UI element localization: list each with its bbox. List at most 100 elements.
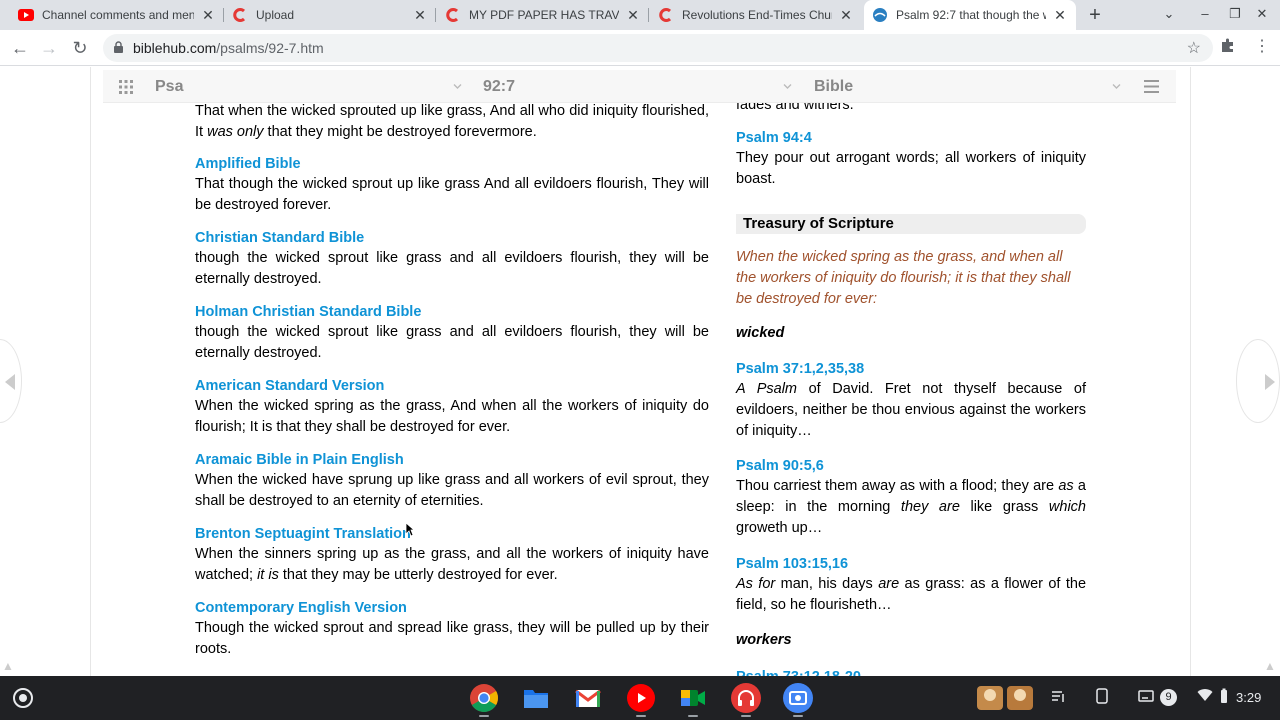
holding-space-thumbnails[interactable]	[975, 683, 1035, 713]
reference-link[interactable]: Psalm 90:5,6	[736, 456, 1086, 476]
translation-entry: That when the wicked sprouted up like gr…	[195, 101, 709, 143]
forward-icon[interactable]: →	[38, 37, 60, 59]
translation-entry: Contemporary English Version Though the …	[195, 598, 709, 660]
phone-hub-icon[interactable]	[1096, 688, 1108, 709]
tab-upload[interactable]: Upload ✕	[224, 0, 436, 30]
youtube-icon[interactable]	[626, 683, 656, 713]
cross-reference: Psalm 90:5,6 Thou carriest them away as …	[736, 456, 1086, 539]
reference-text: As for man, his days are as grass: as a …	[736, 574, 1086, 616]
translation-entry: American Standard Version When the wicke…	[195, 376, 709, 438]
translation-entry: Brenton Septuagint Translation When the …	[195, 524, 709, 586]
biblehub-icon	[872, 7, 888, 23]
keyword-heading: workers	[736, 632, 792, 648]
reference-link[interactable]: Psalm 94:4	[736, 128, 1086, 148]
version-select[interactable]: Bible	[814, 70, 853, 103]
gmail-icon[interactable]	[573, 683, 603, 713]
lock-icon	[113, 41, 124, 59]
tote-icon[interactable]	[1050, 688, 1066, 709]
reference-text: They pour out arrogant words; all worker…	[736, 150, 1086, 187]
cross-reference: Psalm 103:15,16 As for man, his days are…	[736, 554, 1086, 616]
italic-word: they are	[900, 499, 960, 515]
tab-pdf-paper[interactable]: MY PDF PAPER HAS TRAVELE ✕	[437, 0, 649, 30]
text-run: man, his days	[775, 576, 879, 592]
battery-icon[interactable]	[1220, 688, 1228, 709]
scroll-top-icon[interactable]: ▲	[2, 659, 14, 673]
verse-text: though the wicked sprout like grass and …	[195, 248, 709, 290]
reference-text: Thou carriest them away as with a flood;…	[736, 476, 1086, 539]
previous-verse-button[interactable]	[0, 339, 22, 423]
meet-icon[interactable]	[678, 683, 708, 713]
close-tab-icon[interactable]: ✕	[625, 7, 641, 23]
translation-entry: Aramaic Bible in Plain English When the …	[195, 450, 709, 512]
italic-word: are	[878, 576, 900, 592]
close-tab-icon[interactable]: ✕	[200, 7, 216, 23]
book-select[interactable]: Psa	[155, 70, 183, 103]
translation-link[interactable]: Contemporary English Version	[195, 598, 709, 618]
launcher-icon[interactable]	[13, 688, 33, 708]
reference-link[interactable]: Psalm 103:15,16	[736, 554, 1086, 574]
address-bar[interactable]: biblehub.com/psalms/92-7.htm ☆	[103, 34, 1213, 62]
verse-text: That though the wicked sprout up like gr…	[195, 174, 709, 216]
scroll-top-icon[interactable]: ▲	[1264, 659, 1276, 673]
reference-link[interactable]: Psalm 37:1,2,35,38	[736, 359, 1086, 379]
close-tab-icon[interactable]: ✕	[838, 7, 854, 23]
files-icon[interactable]	[521, 683, 551, 713]
close-tab-icon[interactable]: ✕	[412, 7, 428, 23]
tab-title: Revolutions End-Times Church	[682, 8, 832, 22]
new-tab-button[interactable]: +	[1084, 5, 1106, 25]
translation-link[interactable]: American Standard Version	[195, 376, 709, 396]
translation-link[interactable]: Christian Standard Bible	[195, 228, 709, 248]
restore-icon[interactable]: ❐	[1226, 6, 1244, 22]
treasury-heading: Treasury of Scripture	[736, 214, 1086, 234]
verse-text: When the sinners spring up as the grass,…	[195, 544, 709, 586]
translation-link[interactable]: Brenton Septuagint Translation	[195, 524, 709, 544]
reference-text: A Psalm of David. Fret not thyself becau…	[736, 379, 1086, 442]
text-run: Though the wicked sprout and spread like…	[195, 620, 709, 657]
chrome-menu-icon[interactable]: ⋮	[1254, 36, 1270, 56]
translation-entry: Holman Christian Standard Bible though t…	[195, 302, 709, 364]
screen-cast-icon[interactable]	[1138, 688, 1154, 709]
translation-entry: Christian Standard Bible though the wick…	[195, 228, 709, 290]
verse-text: That when the wicked sprouted up like gr…	[195, 101, 709, 143]
headphones-icon[interactable]	[731, 683, 761, 713]
tab-youtube-comments[interactable]: Channel comments and ment ✕	[10, 0, 224, 30]
translation-link[interactable]: Holman Christian Standard Bible	[195, 302, 709, 322]
tab-revolutions-church[interactable]: Revolutions End-Times Church ✕	[650, 0, 862, 30]
translation-link[interactable]: Aramaic Bible in Plain English	[195, 450, 709, 470]
italic-word: as	[1058, 478, 1074, 494]
reload-icon[interactable]: ↻	[69, 37, 91, 59]
tab-title: Channel comments and ment	[42, 8, 194, 22]
chrome-icon[interactable]	[469, 683, 499, 713]
close-tab-icon[interactable]: ✕	[1052, 7, 1068, 23]
cross-reference: Psalm 37:1,2,35,38 A Psalm of David. Fre…	[736, 359, 1086, 442]
screen-capture-icon[interactable]	[783, 683, 813, 713]
translation-link[interactable]: Amplified Bible	[195, 154, 709, 174]
text-run: like grass	[959, 499, 1049, 515]
back-icon[interactable]: ←	[9, 37, 31, 59]
hamburger-menu-icon[interactable]	[1144, 80, 1159, 98]
text-run: When the wicked have sprung up like gras…	[195, 472, 709, 509]
tab-search-icon[interactable]: ⌄	[1160, 6, 1178, 22]
wifi-icon[interactable]	[1197, 688, 1213, 707]
tab-psalm-active[interactable]: Psalm 92:7 that though the w ✕	[864, 0, 1076, 30]
clock-time[interactable]: 3:29	[1236, 690, 1261, 705]
text-run: When the wicked spring as the grass, And…	[195, 398, 709, 435]
chevron-down-icon	[453, 84, 462, 89]
chevron-down-icon	[783, 84, 792, 89]
keyword-heading: wicked	[736, 325, 785, 341]
bookmark-star-icon[interactable]: ☆	[1187, 38, 1201, 58]
reference-link[interactable]: Psalm 73:12,18-20	[736, 667, 861, 676]
close-window-icon[interactable]: ✕	[1253, 6, 1271, 22]
treasury-verse-text: When the wicked spring as the grass, and…	[736, 249, 1071, 307]
site-navigation-bar: Psa 92:7 Bible	[103, 70, 1176, 103]
translation-entry: Amplified Bible That though the wicked s…	[195, 154, 709, 216]
church-c-icon	[232, 7, 248, 23]
extensions-puzzle-icon[interactable]	[1220, 37, 1236, 58]
notification-count-badge[interactable]: 9	[1160, 689, 1177, 706]
verse-text: Though the wicked sprout and spread like…	[195, 618, 709, 660]
chapter-verse-select[interactable]: 92:7	[483, 70, 515, 103]
grid-menu-icon[interactable]	[119, 80, 133, 99]
next-verse-button[interactable]	[1236, 339, 1280, 423]
minimize-icon[interactable]: –	[1196, 6, 1214, 21]
arrow-left-icon	[5, 374, 15, 390]
